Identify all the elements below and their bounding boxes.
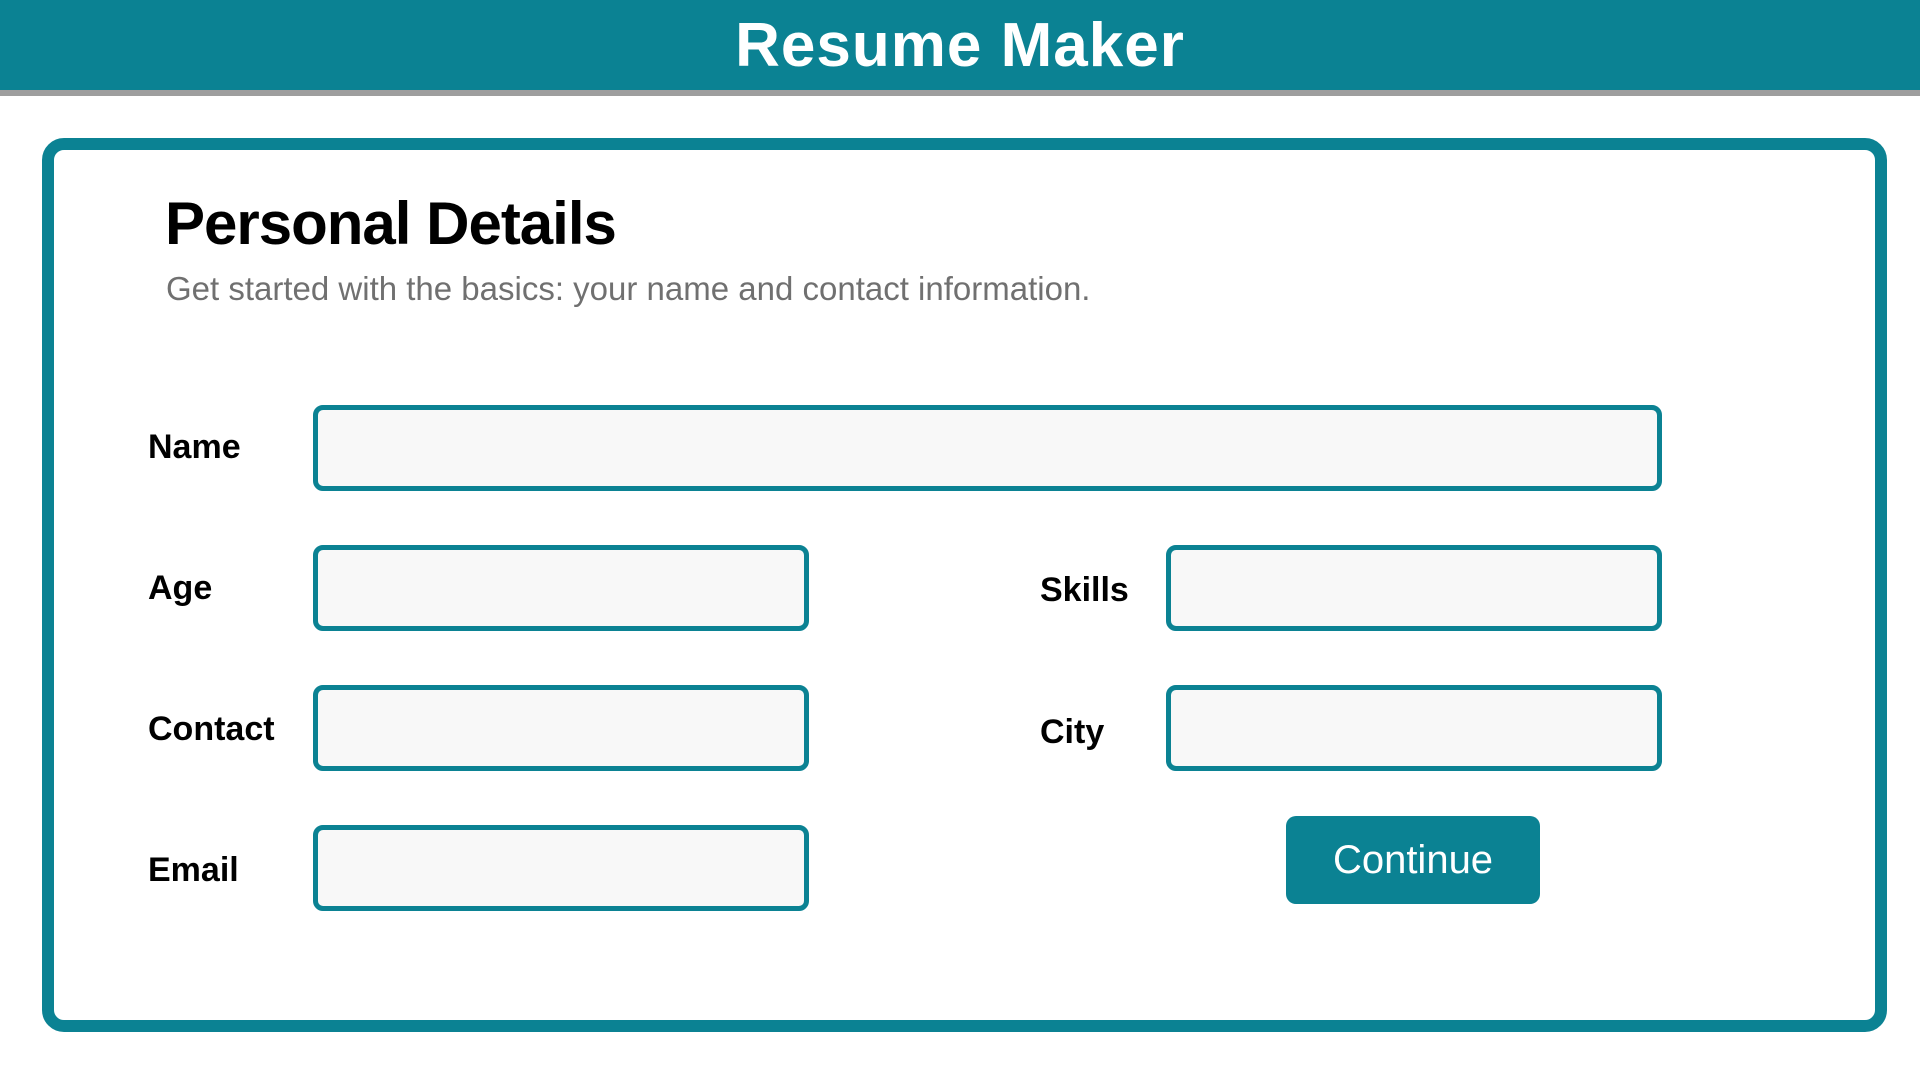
section-title: Personal Details (165, 190, 617, 257)
email-input[interactable] (313, 825, 809, 911)
age-input[interactable] (313, 545, 809, 631)
city-input[interactable] (1166, 685, 1662, 771)
app-title: Resume Maker (735, 10, 1185, 80)
skills-input[interactable] (1166, 545, 1662, 631)
continue-button[interactable]: Continue (1286, 816, 1540, 904)
skills-label: Skills (1040, 571, 1129, 609)
name-label: Name (148, 428, 241, 466)
city-label: City (1040, 713, 1105, 751)
personal-details-card: Personal Details Get started with the ba… (42, 138, 1887, 1032)
email-label: Email (148, 851, 239, 889)
contact-label: Contact (148, 710, 275, 748)
name-input[interactable] (313, 405, 1662, 491)
contact-input[interactable] (313, 685, 809, 771)
app-header: Resume Maker (0, 0, 1920, 96)
section-subtitle: Get started with the basics: your name a… (166, 270, 1091, 307)
age-label: Age (148, 569, 213, 607)
